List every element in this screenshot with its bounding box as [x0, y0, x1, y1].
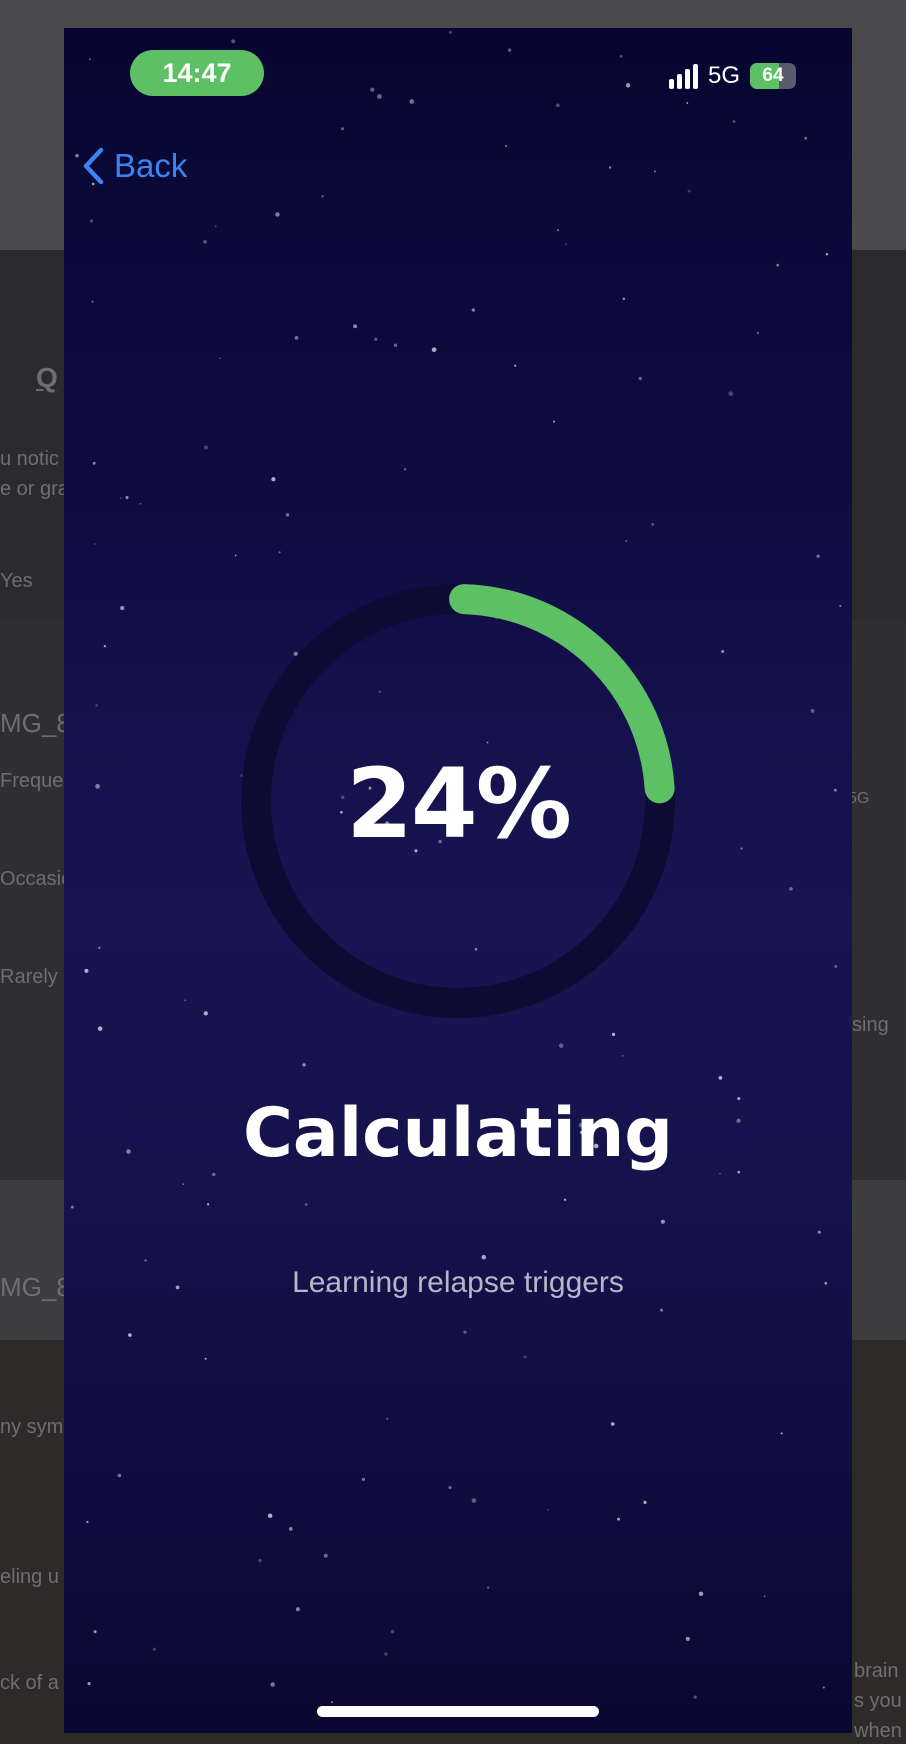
- background-text: Yes: [0, 570, 33, 592]
- background-text: eling u: [0, 1566, 59, 1588]
- background-text: u notic: [0, 448, 59, 470]
- background-text: MG_8: [0, 1272, 71, 1302]
- background-text: Occasio: [0, 868, 73, 890]
- progress-percent: 24%: [346, 748, 572, 860]
- background-text: e or gra: [0, 478, 69, 500]
- background-text: ny sym: [0, 1416, 64, 1438]
- background-text: MG_8: [0, 708, 71, 738]
- home-indicator[interactable]: [317, 1706, 599, 1717]
- background-text: when: [854, 1720, 902, 1742]
- progress-ring: [241, 584, 675, 1018]
- phone-screen: 14:47 5G 64 Back 24% Calculating Learnin…: [64, 28, 852, 1733]
- page-title: Calculating: [243, 1094, 673, 1173]
- background-text: ck of a: [0, 1672, 59, 1694]
- background-text: Freque: [0, 770, 64, 792]
- page-subtitle: Learning relapse triggers: [292, 1266, 624, 1299]
- background-text: brain: [854, 1660, 899, 1682]
- background-text: s you: [854, 1690, 902, 1712]
- background-text: sing: [852, 1014, 889, 1036]
- background-text: Q: [36, 362, 58, 393]
